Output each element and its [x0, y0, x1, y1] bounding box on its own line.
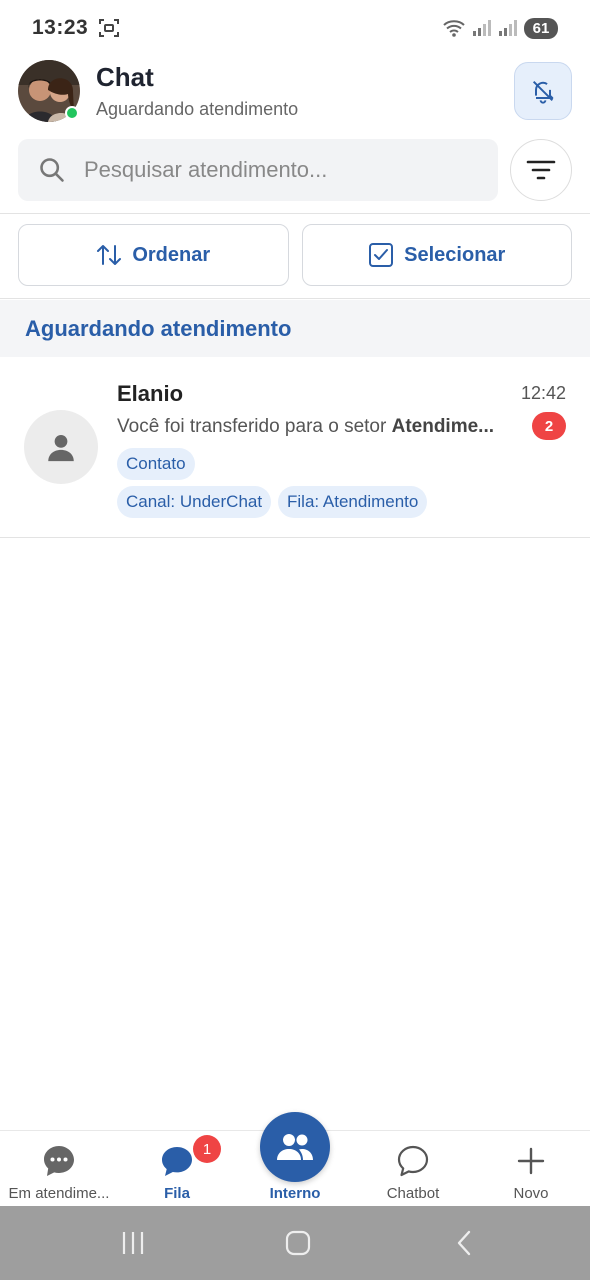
conversation-item[interactable]: Elanio 12:42 Você foi transferido para o… — [0, 360, 590, 538]
home-button[interactable] — [283, 1228, 313, 1258]
battery-indicator: 61 — [524, 17, 558, 39]
chat-header: Chat Aguardando atendimento — [18, 58, 572, 124]
nav-icon-wrap — [516, 1143, 546, 1179]
select-button-label: Selecionar — [404, 243, 506, 266]
message-preview: Você foi transferido para o setor Atendi… — [117, 416, 517, 438]
nav-icon-wrap — [41, 1143, 77, 1179]
sort-arrows-icon — [97, 245, 122, 265]
signal-icon-2 — [499, 20, 517, 36]
tag-contact[interactable]: Contato — [117, 448, 195, 480]
chat-bubble-icon — [162, 1147, 192, 1176]
divider — [0, 213, 590, 214]
nav-item-interno[interactable] — [260, 1112, 330, 1182]
message-preview-text: Você foi transferido para o setor — [117, 416, 392, 437]
status-bar: 13:23 61 — [0, 0, 590, 56]
user-avatar[interactable] — [18, 60, 80, 122]
status-time: 13:23 — [32, 16, 89, 39]
header-text: Chat Aguardando atendimento — [96, 62, 298, 120]
nav-icon-wrap: 1 — [159, 1135, 221, 1179]
wifi-icon — [443, 20, 465, 37]
search-icon — [40, 158, 64, 182]
system-nav-bar — [0, 1206, 590, 1280]
tag-queue[interactable]: Fila: Atendimento — [278, 486, 428, 518]
nav-label-interno: Interno — [269, 1185, 321, 1202]
nav-label: Novo — [513, 1185, 549, 1202]
page-subtitle: Aguardando atendimento — [96, 99, 299, 119]
tag-channel[interactable]: Canal: UnderChat — [117, 486, 272, 518]
screen-record-icon — [99, 19, 120, 37]
contact-avatar — [24, 410, 98, 484]
message-time: 12:42 — [520, 383, 566, 403]
search-row — [18, 139, 572, 201]
recent-apps-button[interactable] — [118, 1228, 148, 1258]
nav-item-novo[interactable]: Novo — [472, 1131, 590, 1207]
group-icon — [277, 1134, 313, 1160]
checkbox-icon — [369, 243, 394, 267]
person-icon — [48, 434, 74, 462]
recent-apps-icon — [122, 1232, 144, 1254]
status-indicators: 61 — [442, 17, 558, 39]
contact-name: Elanio — [117, 381, 184, 406]
chat-outline-icon — [397, 1145, 429, 1177]
divider — [0, 298, 590, 299]
plus-icon — [517, 1147, 545, 1175]
nav-label: Fila — [164, 1185, 190, 1202]
sort-button-label: Ordenar — [132, 243, 211, 266]
filter-icon — [526, 160, 556, 180]
back-icon — [457, 1230, 471, 1256]
section-header: Aguardando atendimento — [0, 300, 590, 357]
search-input[interactable] — [84, 157, 464, 183]
nav-item-em-atendimento[interactable]: Em atendime... — [0, 1131, 118, 1207]
chat-dots-icon — [44, 1146, 74, 1176]
online-status-dot — [65, 106, 79, 120]
bell-off-icon — [532, 80, 554, 104]
unread-count-badge: 2 — [532, 412, 566, 440]
home-icon — [285, 1230, 311, 1256]
action-bar: Ordenar Selecionar — [18, 224, 572, 286]
nav-item-fila[interactable]: 1 Fila — [118, 1131, 236, 1207]
nav-item-chatbot[interactable]: Chatbot — [354, 1131, 472, 1207]
page-title: Chat — [96, 62, 154, 92]
filter-button[interactable] — [510, 139, 572, 201]
select-button[interactable]: Selecionar — [301, 224, 572, 286]
back-button[interactable] — [452, 1228, 476, 1258]
message-preview-sector: Atendime... — [391, 416, 495, 437]
notifications-toggle-button[interactable] — [514, 62, 572, 120]
nav-icon-wrap — [395, 1143, 431, 1179]
search-box[interactable] — [18, 139, 498, 201]
queue-count-badge: 1 — [193, 1135, 221, 1163]
signal-icon — [473, 20, 491, 36]
divider — [0, 537, 590, 538]
nav-label: Chatbot — [386, 1185, 440, 1202]
sort-button[interactable]: Ordenar — [18, 224, 289, 286]
nav-label: Em atendime... — [8, 1185, 110, 1202]
section-title: Aguardando atendimento — [25, 315, 292, 341]
